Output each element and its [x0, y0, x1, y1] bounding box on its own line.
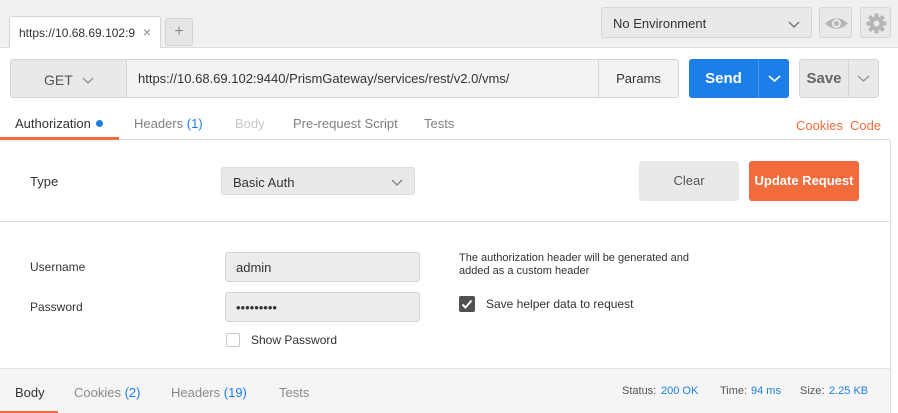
save-helper-label: Save helper data to request [486, 297, 634, 311]
send-options-button[interactable] [758, 59, 789, 98]
method-label: GET [44, 72, 73, 88]
chevron-down-icon [857, 75, 870, 83]
save-helper-checkbox[interactable] [459, 296, 475, 312]
size-value: 2.25 KB [829, 385, 869, 397]
code-link[interactable]: Code [850, 118, 881, 133]
new-tab-button[interactable]: + [165, 18, 193, 46]
chevron-down-icon [788, 21, 800, 29]
response-tab-cookies[interactable]: Cookies (2) [74, 385, 140, 400]
chevron-down-icon [768, 75, 781, 83]
size-label: Size: [800, 385, 825, 397]
request-tabs: Authorization Headers (1) Body Pre-reque… [0, 108, 890, 140]
response-tab-cookies-count: (2) [124, 385, 141, 400]
auth-type-select[interactable]: Basic Auth [221, 167, 415, 195]
environment-label: No Environment [613, 16, 707, 31]
close-icon[interactable]: × [143, 24, 151, 40]
show-password-label: Show Password [251, 333, 338, 347]
auth-type-label: Type [30, 174, 59, 189]
tab-authorization-label: Authorization [15, 116, 91, 131]
password-field[interactable] [225, 292, 420, 322]
chevron-down-icon [82, 77, 94, 85]
show-password-checkbox[interactable] [226, 333, 240, 347]
plus-icon: + [174, 23, 184, 40]
tab-headers-label: Headers [134, 116, 184, 131]
username-field[interactable] [225, 252, 420, 282]
tab-body[interactable]: Body [235, 116, 265, 131]
response-tab-headers[interactable]: Headers (19) [171, 385, 247, 400]
tab-authorization[interactable]: Authorization [15, 116, 103, 131]
clear-button[interactable]: Clear [639, 161, 739, 201]
eye-icon [825, 18, 848, 29]
time-value: 94 ms [751, 385, 781, 397]
password-label: Password [30, 300, 83, 314]
checkmark-icon [461, 299, 473, 309]
response-tab-cookies-label: Cookies [74, 385, 121, 400]
active-dot-icon [95, 120, 103, 127]
request-tab[interactable]: https://10.68.69.102:9 × [9, 16, 161, 48]
cookies-link[interactable]: Cookies [796, 118, 843, 133]
response-bar: Body Cookies (2) Headers (19) Tests Stat… [0, 368, 890, 413]
request-tab-label: https://10.68.69.102:9 [19, 26, 136, 40]
response-tab-body[interactable]: Body [15, 385, 45, 400]
active-tab-indicator [0, 137, 119, 140]
response-tab-headers-label: Headers [171, 385, 221, 400]
url-input[interactable] [126, 59, 599, 98]
update-request-button[interactable]: Update Request [749, 161, 859, 201]
auth-helper-text: The authorization header will be generat… [459, 252, 689, 277]
top-tab-bar: https://10.68.69.102:9 × + No Environmen… [0, 0, 898, 48]
tab-headers[interactable]: Headers (1) [134, 116, 203, 131]
save-button[interactable]: Save [799, 59, 849, 98]
environment-quick-look-button[interactable] [819, 7, 852, 38]
time-label: Time: [720, 385, 748, 397]
response-tab-headers-count: (19) [223, 385, 247, 400]
send-button[interactable]: Send [689, 59, 758, 98]
auth-type-value: Basic Auth [233, 175, 295, 190]
tab-headers-count: (1) [186, 116, 203, 131]
response-tab-tests[interactable]: Tests [279, 385, 309, 400]
panel-border [890, 140, 891, 413]
chevron-down-icon [391, 179, 403, 187]
tab-pre-request-script[interactable]: Pre-request Script [293, 116, 398, 131]
environment-select[interactable]: No Environment [601, 7, 812, 38]
status-label: Status: [622, 385, 657, 397]
username-label: Username [30, 260, 86, 274]
divider [0, 221, 890, 222]
method-select[interactable]: GET [10, 59, 127, 98]
status-value: 200 OK [661, 385, 699, 397]
settings-button[interactable] [860, 7, 891, 38]
params-button[interactable]: Params [598, 59, 679, 98]
save-options-button[interactable] [848, 59, 879, 98]
tab-tests[interactable]: Tests [424, 116, 454, 131]
gear-icon [866, 13, 887, 34]
